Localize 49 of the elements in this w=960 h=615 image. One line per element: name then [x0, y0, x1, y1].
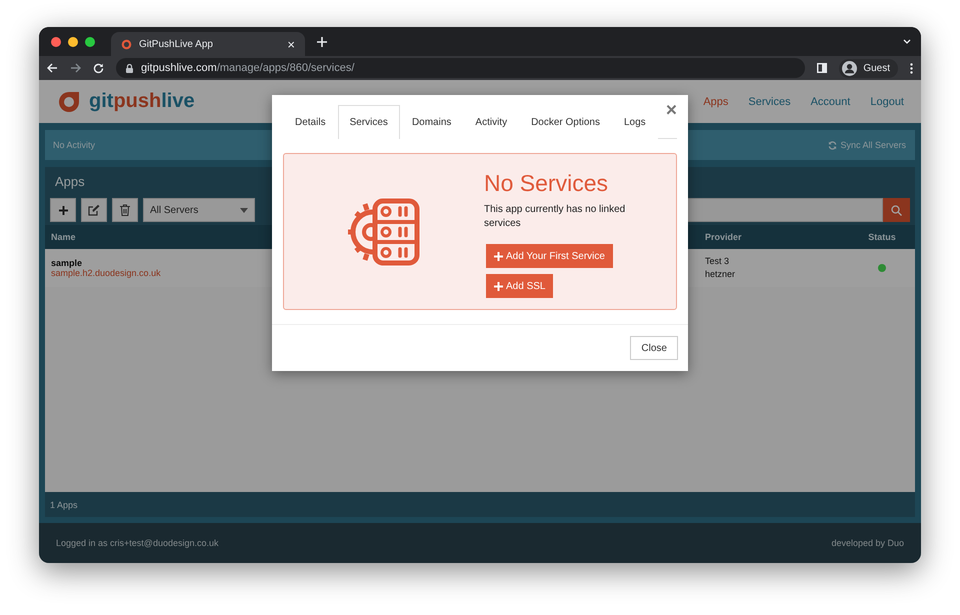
provider-text: hetzner	[705, 268, 736, 281]
chevron-down-icon[interactable]	[903, 39, 911, 44]
search-icon	[891, 204, 902, 216]
plus-icon	[494, 282, 503, 290]
add-button[interactable]	[50, 198, 76, 222]
menu-icon[interactable]	[910, 62, 913, 74]
edit-button[interactable]	[81, 198, 107, 222]
app-count: 1 Apps	[50, 500, 78, 510]
url-text: gitpushlive.com/manage/apps/860/services/	[141, 62, 354, 74]
back-icon[interactable]	[47, 63, 58, 73]
delete-button[interactable]	[112, 198, 138, 222]
empty-state-message: This app currently has no linked services	[484, 203, 626, 231]
credit-text: developed by Duo	[831, 538, 904, 548]
column-header: Status	[868, 232, 896, 242]
caret-icon	[240, 208, 248, 212]
reload-icon[interactable]	[93, 62, 104, 74]
edit-icon	[88, 204, 100, 216]
forward-icon[interactable]	[70, 63, 81, 73]
empty-state-title: No Services	[484, 170, 608, 197]
avatar-icon	[842, 60, 858, 76]
maximize-window-button[interactable]	[85, 36, 95, 46]
profile-button[interactable]: Guest	[839, 58, 898, 78]
new-tab-icon[interactable]	[317, 36, 327, 46]
browser-tab[interactable]: GitPushLive App ×	[111, 32, 305, 56]
column-header: Name	[51, 232, 77, 242]
sidebar-icon[interactable]	[817, 63, 828, 73]
address-bar[interactable]: gitpushlive.com/manage/apps/860/services/	[116, 58, 806, 78]
column-header: Provider	[705, 232, 743, 242]
dialog-tab[interactable]: Services	[338, 105, 400, 139]
close-window-button[interactable]	[51, 36, 61, 46]
add-button[interactable]: Add SSL	[486, 274, 554, 298]
minimize-window-button[interactable]	[68, 36, 78, 46]
plus-icon	[58, 206, 68, 214]
login-info: Logged in as cris+test@duodesign.co.uk	[56, 538, 218, 548]
close-button[interactable]: Close	[630, 336, 678, 360]
panel-title: Apps	[55, 174, 85, 188]
logo-icon	[121, 38, 132, 50]
server-settings-icon	[347, 198, 421, 266]
sync-icon	[828, 140, 838, 150]
provider-text: Test 3	[705, 255, 730, 268]
plus-icon	[494, 252, 503, 260]
server-filter-dropdown[interactable]: All Servers	[143, 198, 255, 222]
activity-status: No Activity	[53, 140, 96, 150]
add-button[interactable]: Add Your First Service	[486, 244, 613, 268]
lock-icon	[126, 64, 133, 72]
app-name: sample	[51, 258, 84, 268]
search-button[interactable]	[883, 198, 910, 222]
trash-icon	[120, 204, 130, 216]
tab-close-icon[interactable]: ×	[287, 36, 295, 52]
